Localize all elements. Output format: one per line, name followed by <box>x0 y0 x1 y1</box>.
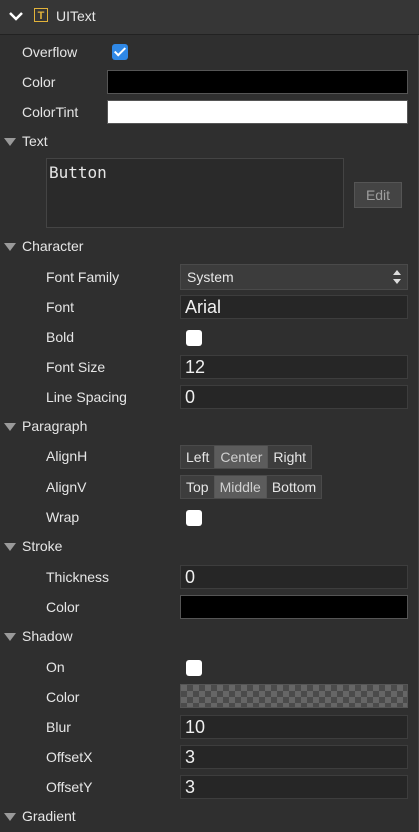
align-v-segmented: Top Middle Bottom <box>180 475 323 499</box>
line-spacing-field[interactable]: 0 <box>180 385 408 409</box>
select-arrows-icon <box>393 270 401 284</box>
inspector-panel: T UIText Overflow Color ColorTint Text B… <box>0 0 419 832</box>
font-family-select[interactable]: System <box>180 264 408 290</box>
wrap-label: Wrap <box>46 509 80 525</box>
stroke-color-label: Color <box>46 599 80 615</box>
offset-y-field[interactable]: 3 <box>180 775 408 799</box>
section-character[interactable]: Character <box>4 238 83 254</box>
overflow-checkbox[interactable] <box>112 44 128 60</box>
color-swatch[interactable] <box>107 70 408 94</box>
triangle-down-icon <box>4 543 16 552</box>
triangle-down-icon <box>4 243 16 252</box>
component-header[interactable]: T UIText <box>0 0 419 35</box>
align-h-label: AlignH <box>46 448 88 464</box>
section-text[interactable]: Text <box>4 133 48 149</box>
bold-checkbox[interactable] <box>186 330 202 346</box>
font-family-value: System <box>187 269 234 285</box>
color-tint-swatch[interactable] <box>107 100 408 124</box>
font-size-field[interactable]: 12 <box>180 355 408 379</box>
shadow-color-label: Color <box>46 689 80 705</box>
overflow-label: Overflow <box>22 44 78 60</box>
font-field[interactable]: Arial <box>180 295 408 319</box>
section-shadow-title: Shadow <box>22 628 73 644</box>
blur-label: Blur <box>46 719 71 735</box>
color-label: Color <box>22 74 56 90</box>
section-stroke[interactable]: Stroke <box>4 538 62 554</box>
align-v-top-button[interactable]: Top <box>181 476 215 498</box>
offset-x-field[interactable]: 3 <box>180 745 408 769</box>
text-input[interactable]: Button <box>46 158 344 228</box>
shadow-on-checkbox[interactable] <box>186 660 202 676</box>
triangle-down-icon <box>4 423 16 432</box>
font-family-label: Font Family <box>46 269 120 285</box>
align-v-label: AlignV <box>46 479 87 495</box>
triangle-down-icon <box>4 633 16 642</box>
section-text-title: Text <box>22 133 48 149</box>
align-v-bottom-button[interactable]: Bottom <box>266 476 322 498</box>
align-h-right-button[interactable]: Right <box>268 446 312 468</box>
align-v-middle-button[interactable]: Middle <box>214 476 267 498</box>
font-size-label: Font Size <box>46 359 106 375</box>
triangle-down-icon <box>4 138 16 147</box>
chevron-down-icon[interactable] <box>8 8 24 24</box>
align-h-center-button[interactable]: Center <box>215 446 269 468</box>
section-paragraph[interactable]: Paragraph <box>4 418 87 434</box>
offset-y-label: OffsetY <box>46 779 93 795</box>
triangle-down-icon <box>4 813 16 822</box>
line-spacing-label: Line Spacing <box>46 389 127 405</box>
text-component-icon: T <box>34 8 48 22</box>
align-h-left-button[interactable]: Left <box>181 446 216 468</box>
blur-field[interactable]: 10 <box>180 715 408 739</box>
section-character-title: Character <box>22 238 84 254</box>
section-gradient-title: Gradient <box>22 808 76 824</box>
component-title: UIText <box>56 8 96 24</box>
offset-x-label: OffsetX <box>46 749 93 765</box>
section-shadow[interactable]: Shadow <box>4 628 73 644</box>
shadow-color-swatch[interactable] <box>180 684 408 708</box>
section-paragraph-title: Paragraph <box>22 418 88 434</box>
thickness-label: Thickness <box>46 569 110 585</box>
section-gradient[interactable]: Gradient <box>4 808 76 824</box>
font-label: Font <box>46 299 75 315</box>
section-stroke-title: Stroke <box>22 538 63 554</box>
color-tint-label: ColorTint <box>22 104 79 120</box>
thickness-field[interactable]: 0 <box>180 565 408 589</box>
bold-label: Bold <box>46 329 75 345</box>
edit-button[interactable]: Edit <box>354 182 402 208</box>
shadow-on-label: On <box>46 659 65 675</box>
align-h-segmented: Left Center Right <box>180 445 313 469</box>
stroke-color-swatch[interactable] <box>180 595 408 619</box>
wrap-checkbox[interactable] <box>186 510 202 526</box>
